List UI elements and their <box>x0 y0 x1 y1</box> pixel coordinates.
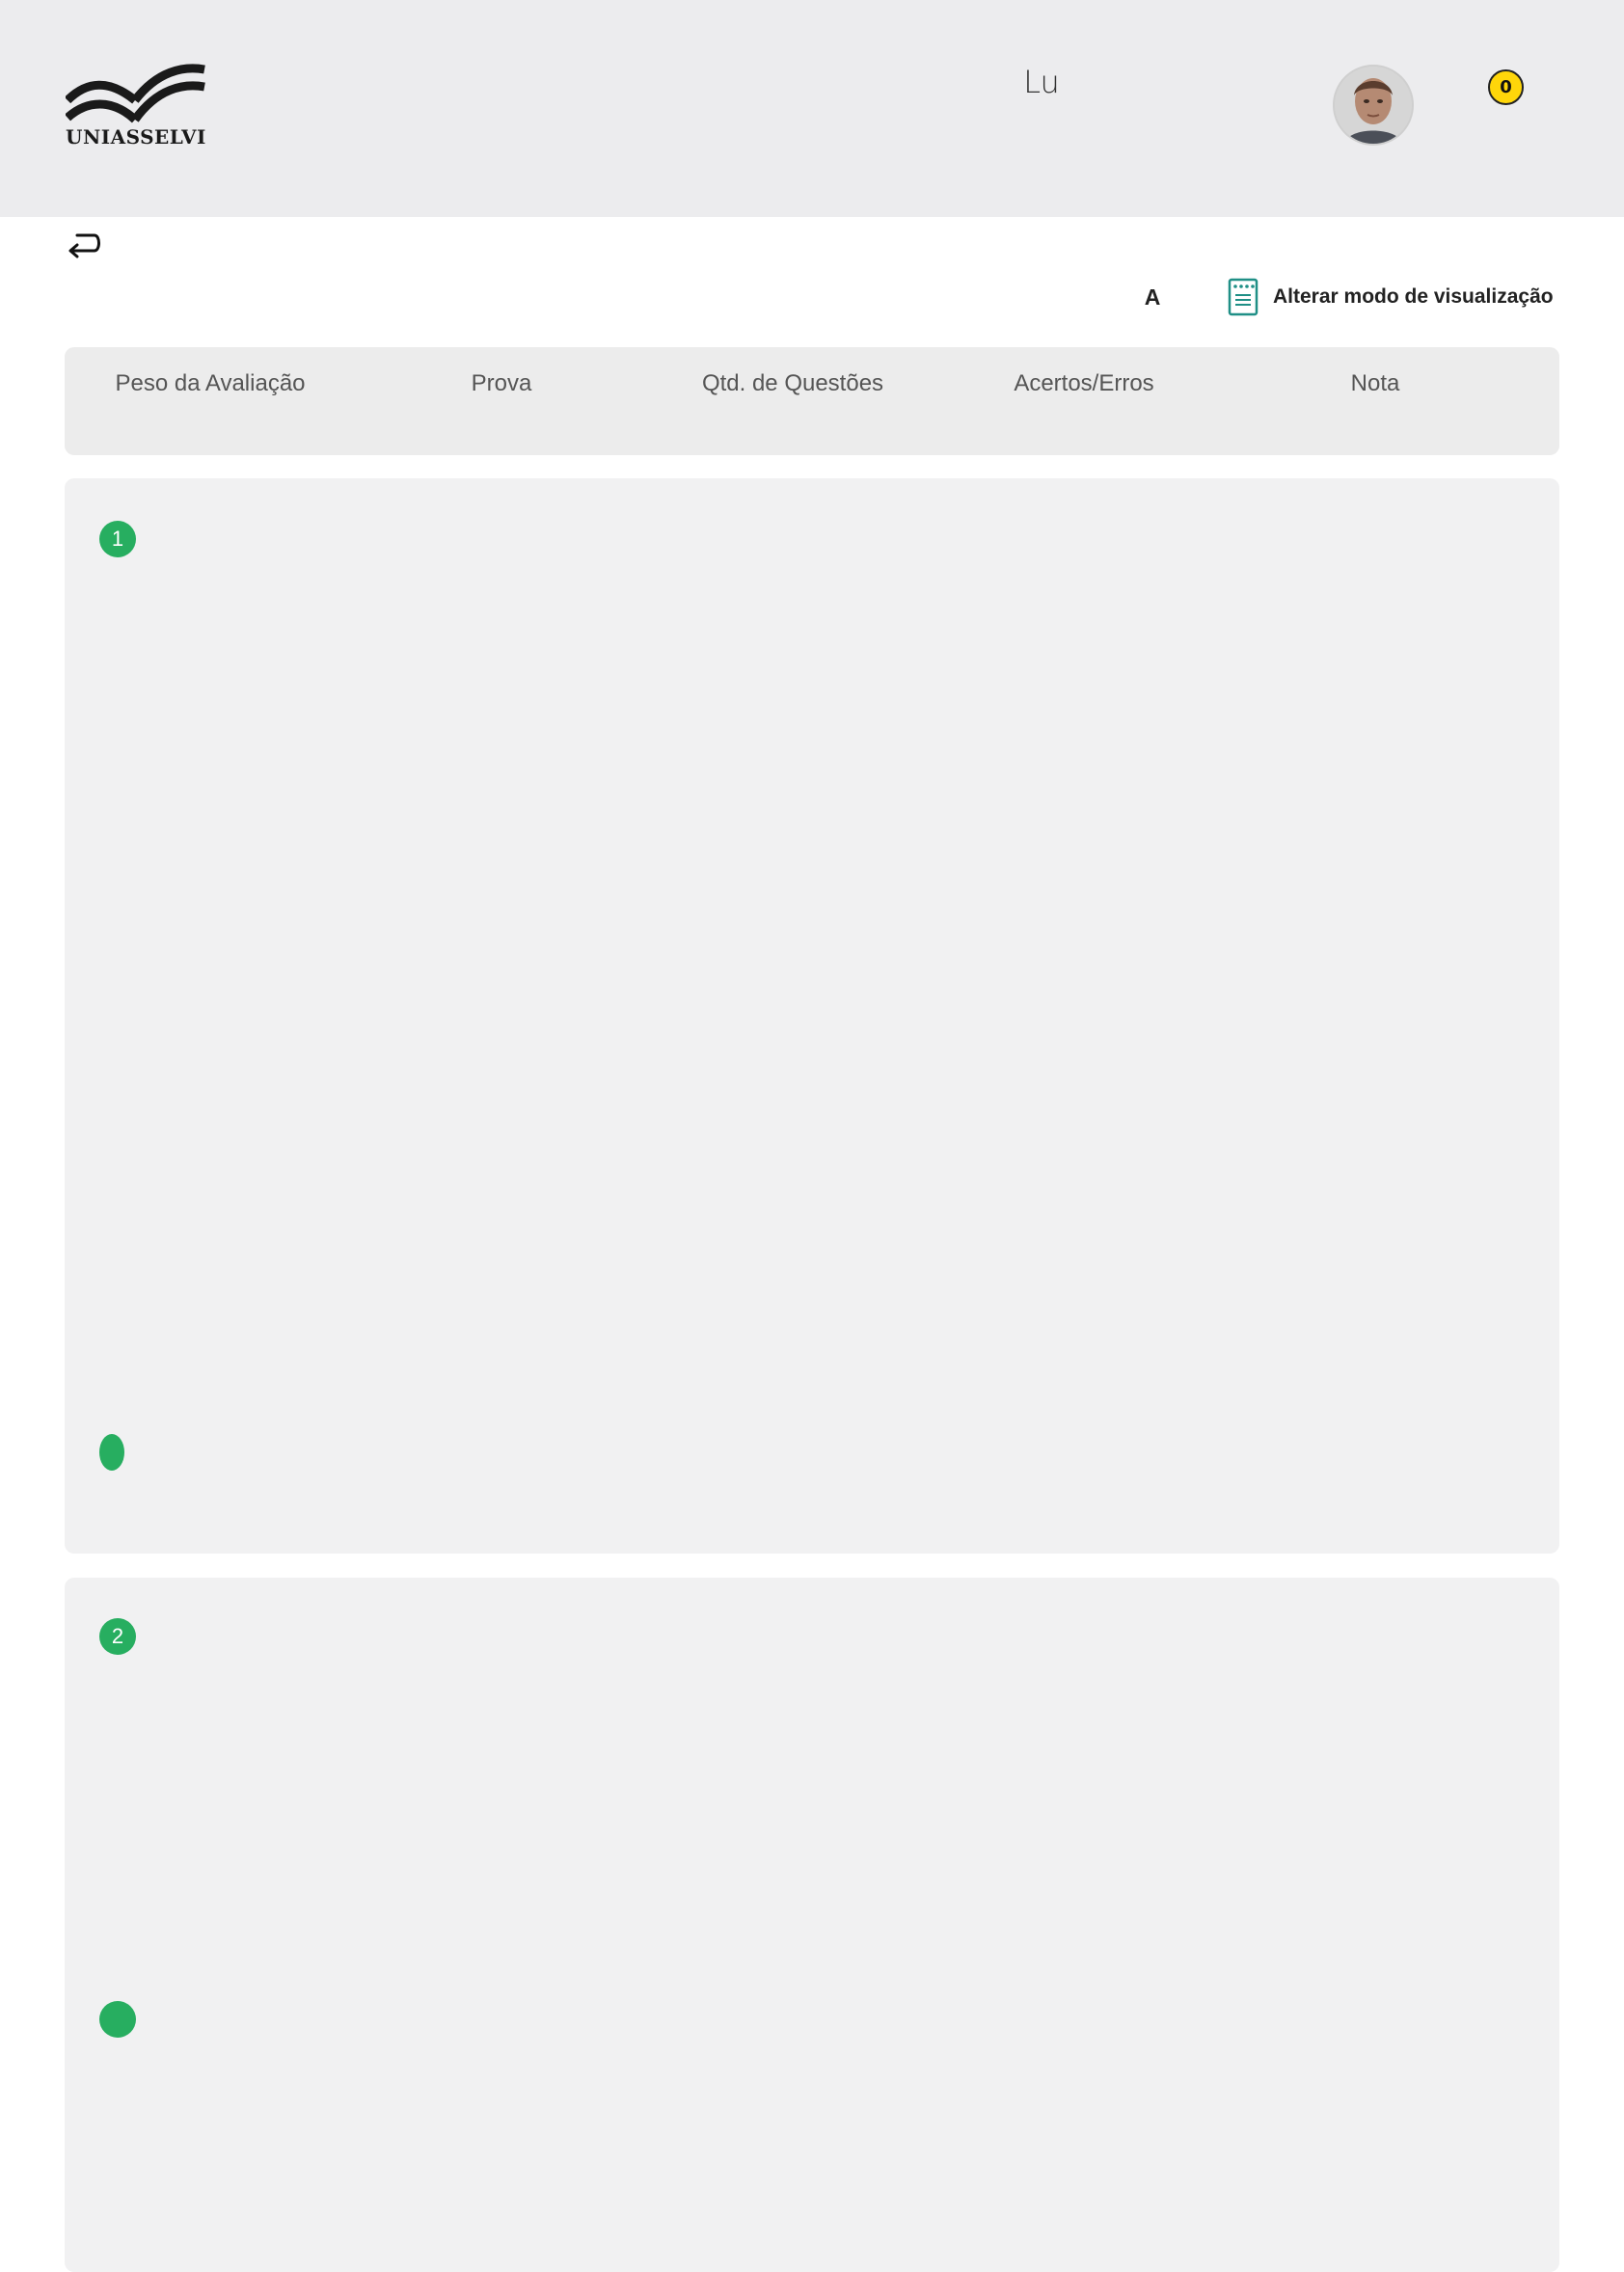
user-photo-icon <box>1335 67 1412 144</box>
top-header: UNIASSELVI Lu 0 <box>0 0 1624 217</box>
view-mode-label: Alterar modo de visualização <box>1273 285 1554 308</box>
evaluation-summary: Peso da Avaliação Prova Qtd. de Questões… <box>65 347 1559 455</box>
question-number-badge: 2 <box>99 1618 136 1655</box>
user-name: Lu <box>1023 64 1060 100</box>
answer-indicator-dot <box>99 2001 136 2038</box>
col-acertos-erros: Acertos/Erros <box>1014 370 1154 396</box>
col-nota: Nota <box>1350 370 1400 396</box>
question-number-badge: 1 <box>99 521 136 557</box>
uniasselvi-logo[interactable]: UNIASSELVI <box>66 64 206 152</box>
question-card: 1 <box>65 478 1559 1554</box>
avatar[interactable] <box>1333 65 1414 146</box>
answer-indicator-dot <box>99 1434 124 1471</box>
col-qtd-questoes: Qtd. de Questões <box>701 370 884 396</box>
view-mode-button[interactable]: Alterar modo de visualização <box>1227 277 1554 317</box>
logo-text: UNIASSELVI <box>66 125 206 149</box>
col-prova: Prova <box>471 370 532 396</box>
document-view-icon <box>1228 278 1259 316</box>
notification-count-badge[interactable]: 0 <box>1488 69 1524 105</box>
font-size-button[interactable]: A <box>1138 283 1167 311</box>
col-peso: Peso da Avaliação <box>115 370 306 396</box>
question-card: 2 <box>65 1578 1559 2272</box>
back-arrow-icon[interactable] <box>66 230 100 258</box>
logo-wings-icon <box>66 64 205 123</box>
